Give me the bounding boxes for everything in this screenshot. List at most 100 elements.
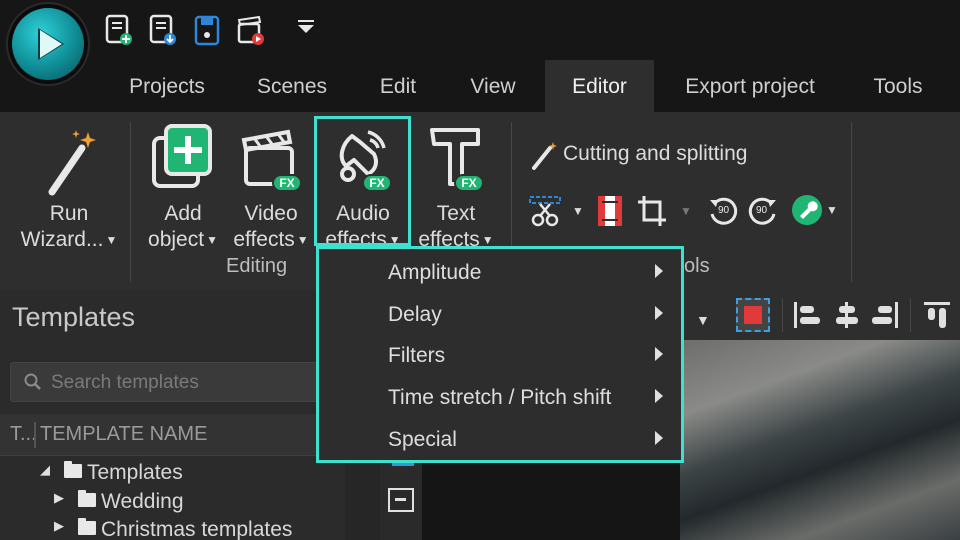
cutting-and-splitting-label: Cutting and splitting [563,142,748,165]
column-divider[interactable] [34,422,36,448]
collapsed-triangle-icon[interactable]: ▶ [54,490,64,506]
fx-badge: FX [454,174,484,192]
trim-icon [598,196,622,226]
templates-panel-title: Templates [12,302,136,332]
add-object-line2-wrap: object ▼ [138,226,228,254]
tab-projects[interactable]: Projects [112,60,222,112]
templates-search-box[interactable] [10,362,345,402]
magic-wand-icon [48,130,96,196]
chevron-down-icon: ▼ [680,204,692,218]
ribbon-tabs: Projects Scenes Edit View Editor Export … [0,60,960,112]
menu-item-label: Special [388,428,457,451]
folder-icon [78,518,96,535]
add-object-line2: object [148,228,205,251]
select-object-button[interactable] [736,298,770,332]
split-tool-button[interactable]: ▼ [528,194,584,228]
audio-effects-menu: Amplitude Delay Filters Time stretch / P… [316,246,684,463]
collapsed-triangle-icon[interactable]: ▶ [54,518,64,534]
run-wizard-button[interactable]: Run Wizard... ▼ [14,120,124,251]
alignment-toolbar: ▼ [680,290,960,340]
text-effects-button[interactable]: FX Text effects ▼ [412,120,500,251]
run-wizard-line2-wrap: Wizard... ▼ [14,226,124,254]
fx-badge: FX [362,174,392,192]
fit-to-frame-icon[interactable] [388,488,414,512]
run-wizard-line2: Wizard... [20,228,104,251]
chevron-down-icon: ▼ [826,203,838,217]
chevron-down-icon: ▼ [572,204,584,218]
toolbar-separator [782,298,783,332]
export-video-icon[interactable] [236,14,266,48]
open-project-icon[interactable] [148,14,178,48]
rotate-cw-button[interactable]: 90 [746,194,780,228]
chevron-down-icon: ▼ [481,232,494,247]
fx-badge: FX [272,174,302,192]
submenu-arrow-icon [655,347,663,361]
audio-effects-button[interactable]: FX Audio effects ▼ [318,120,408,251]
tab-edit[interactable]: Edit [360,60,436,112]
menu-item-delay[interactable]: Delay [322,293,678,335]
menu-item-label: Filters [388,344,446,367]
menu-item-label: Delay [388,303,442,326]
run-wizard-line1: Run [49,202,89,225]
tree-item-label: Templates [87,461,183,484]
play-logo-icon [38,28,64,60]
align-left-icon[interactable] [792,300,822,330]
add-object-button[interactable]: Add object ▼ [138,120,228,251]
add-object-icon [152,124,212,188]
tab-view[interactable]: View [456,60,530,112]
save-project-icon[interactable] [192,14,222,48]
column-type-header[interactable]: T... [10,423,37,446]
magic-wand-small-icon [532,142,557,170]
tab-tools[interactable]: Tools [858,60,938,112]
templates-search-input[interactable] [51,369,331,397]
video-effects-line1: Video [244,202,298,225]
chevron-down-icon: ▼ [388,232,401,247]
new-project-icon[interactable] [104,14,134,48]
menu-item-special[interactable]: Special [322,418,678,460]
quick-access-dropdown-icon[interactable] [298,20,316,34]
tab-scenes[interactable]: Scenes [240,60,344,112]
wrench-icon [792,195,822,225]
menu-item-label: Amplitude [388,261,482,284]
crop-icon [638,196,666,226]
templates-column-header: T... TEMPLATE NAME [0,414,345,456]
tree-item-label: Christmas templates [101,518,293,540]
menu-item-label: Time stretch / Pitch shift [388,386,612,409]
app-logo-icon[interactable] [12,8,84,80]
folder-icon [78,490,96,507]
crop-tool-button[interactable]: ▼ [636,194,692,228]
menu-item-filters[interactable]: Filters [322,334,678,376]
chevron-down-icon: ▼ [105,232,118,247]
column-template-name-header[interactable]: TEMPLATE NAME [40,423,207,446]
expanded-triangle-icon[interactable]: ◢ [40,462,50,478]
cutting-and-splitting-button[interactable]: Cutting and splitting [530,138,780,174]
submenu-arrow-icon [655,306,663,320]
trim-tool-button[interactable] [596,194,624,228]
submenu-arrow-icon [655,431,663,445]
chevron-down-icon: ▼ [206,232,218,247]
toolbar-separator [910,298,911,332]
align-right-icon[interactable] [870,300,900,330]
search-icon [24,373,41,390]
scissors-icon [529,196,561,227]
tab-export-project[interactable]: Export project [670,60,830,112]
video-effects-line2: effects [233,228,295,251]
title-bar [0,0,960,60]
ribbon-separator [851,122,852,282]
properties-tool-button[interactable]: ▼ [790,192,840,228]
video-preview[interactable] [680,340,960,540]
audio-effects-line1: Audio [336,202,390,225]
rotate-ccw-button[interactable]: 90 [706,194,740,228]
rotate-cw-label: 90 [756,205,768,216]
menu-item-amplitude[interactable]: Amplitude [322,251,678,293]
align-top-icon[interactable] [922,300,952,330]
chevron-down-icon[interactable]: ▼ [696,312,710,328]
submenu-arrow-icon [655,264,663,278]
submenu-arrow-icon [655,389,663,403]
align-center-icon[interactable] [832,300,862,330]
text-effects-line1: Text [436,202,476,225]
menu-item-time-stretch-pitch-shift[interactable]: Time stretch / Pitch shift [322,376,678,418]
tab-editor[interactable]: Editor [545,60,654,112]
chevron-down-icon: ▼ [296,232,309,247]
video-effects-button[interactable]: FX Video effects ▼ [228,120,314,251]
